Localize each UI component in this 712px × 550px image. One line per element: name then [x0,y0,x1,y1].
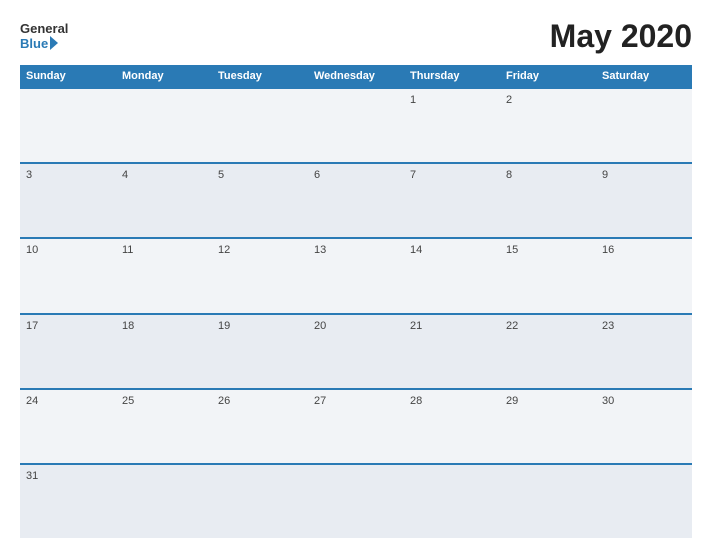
week-row-2: 3 4 5 6 7 8 9 [20,162,692,237]
day-number: 9 [602,169,608,181]
day-number: 6 [314,169,320,181]
day-number: 13 [314,244,326,256]
day-cell: 22 [500,315,596,388]
day-cell: 26 [212,390,308,463]
day-cell: 30 [596,390,692,463]
day-header-thursday: Thursday [404,65,500,87]
day-cell: 29 [500,390,596,463]
day-cell: 11 [116,239,212,312]
day-header-wednesday: Wednesday [308,65,404,87]
day-cell [596,465,692,538]
day-cell: 23 [596,315,692,388]
day-cell [404,465,500,538]
day-number: 31 [26,470,38,482]
day-cell: 31 [20,465,116,538]
week-row-4: 17 18 19 20 21 22 23 [20,313,692,388]
day-number: 15 [506,244,518,256]
day-number: 4 [122,169,128,181]
week-row-3: 10 11 12 13 14 15 16 [20,237,692,312]
day-number: 29 [506,395,518,407]
day-cell: 5 [212,164,308,237]
logo: General Blue [20,22,68,51]
day-number: 2 [506,94,512,106]
day-cell [308,89,404,162]
day-number: 17 [26,320,38,332]
calendar-body: 1234567891011121314151617181920212223242… [20,87,692,538]
day-cell: 25 [116,390,212,463]
day-cell [308,465,404,538]
day-cell: 14 [404,239,500,312]
day-cell: 3 [20,164,116,237]
day-cell: 6 [308,164,404,237]
day-number: 18 [122,320,134,332]
calendar-title: May 2020 [550,18,692,55]
day-cell [116,465,212,538]
day-cell: 16 [596,239,692,312]
day-cell: 12 [212,239,308,312]
day-cell [212,89,308,162]
day-cell [500,465,596,538]
day-number: 30 [602,395,614,407]
day-number: 24 [26,395,38,407]
day-number: 27 [314,395,326,407]
day-cell: 8 [500,164,596,237]
day-cell: 20 [308,315,404,388]
week-row-1: 12 [20,87,692,162]
day-number: 21 [410,320,422,332]
day-cell [20,89,116,162]
day-cell: 24 [20,390,116,463]
day-number: 8 [506,169,512,181]
logo-blue-text: Blue [20,37,68,51]
day-header-sunday: Sunday [20,65,116,87]
day-cell: 10 [20,239,116,312]
day-cell: 2 [500,89,596,162]
day-header-friday: Friday [500,65,596,87]
week-row-6: 31 [20,463,692,538]
logo-triangle-icon [50,36,58,50]
logo-general-text: General [20,22,68,36]
day-cell: 28 [404,390,500,463]
day-cell: 18 [116,315,212,388]
calendar-page: General Blue May 2020 SundayMondayTuesda… [0,0,712,550]
day-cell: 15 [500,239,596,312]
day-number: 1 [410,94,416,106]
day-cell: 17 [20,315,116,388]
day-number: 7 [410,169,416,181]
day-header-saturday: Saturday [596,65,692,87]
day-number: 28 [410,395,422,407]
header: General Blue May 2020 [20,18,692,55]
day-number: 26 [218,395,230,407]
day-number: 3 [26,169,32,181]
day-cell [212,465,308,538]
day-cell [116,89,212,162]
day-cell: 7 [404,164,500,237]
day-cell: 4 [116,164,212,237]
day-cell: 21 [404,315,500,388]
day-cell: 1 [404,89,500,162]
day-number: 14 [410,244,422,256]
day-number: 25 [122,395,134,407]
day-header-tuesday: Tuesday [212,65,308,87]
day-cell: 27 [308,390,404,463]
day-number: 22 [506,320,518,332]
day-headers-row: SundayMondayTuesdayWednesdayThursdayFrid… [20,65,692,87]
day-header-monday: Monday [116,65,212,87]
day-number: 23 [602,320,614,332]
day-number: 12 [218,244,230,256]
day-number: 5 [218,169,224,181]
week-row-5: 24 25 26 27 28 29 30 [20,388,692,463]
day-number: 16 [602,244,614,256]
day-cell: 19 [212,315,308,388]
day-number: 20 [314,320,326,332]
day-number: 19 [218,320,230,332]
day-number: 10 [26,244,38,256]
day-number: 11 [122,244,133,256]
calendar: SundayMondayTuesdayWednesdayThursdayFrid… [20,65,692,538]
day-cell: 13 [308,239,404,312]
day-cell [596,89,692,162]
day-cell: 9 [596,164,692,237]
